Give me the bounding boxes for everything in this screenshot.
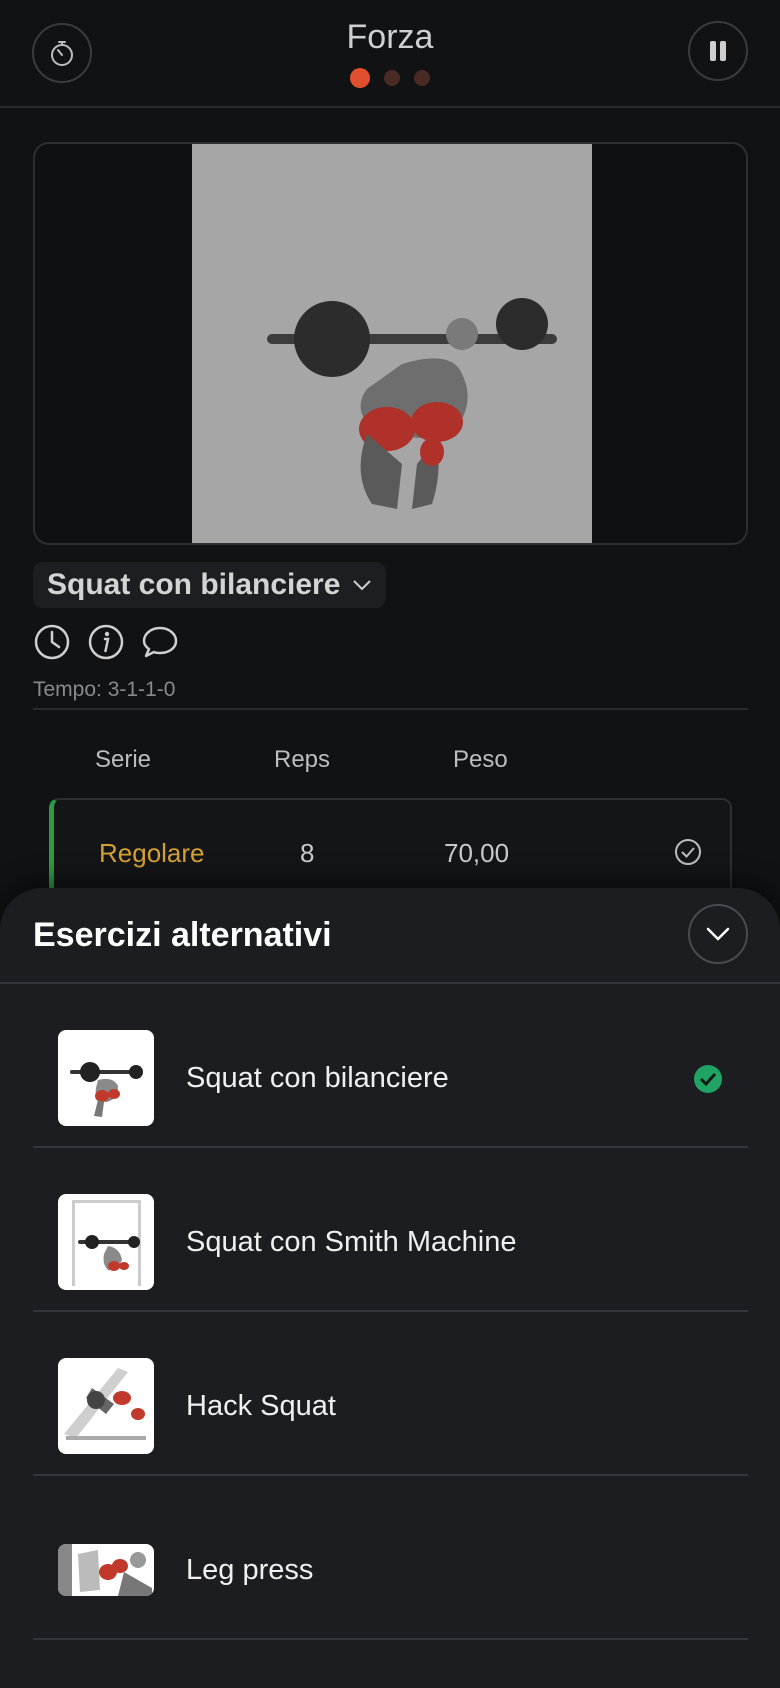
exercise-thumbnail bbox=[58, 1194, 154, 1290]
sheet-title: Esercizi alternativi bbox=[33, 916, 332, 954]
top-bar: Forza bbox=[0, 0, 780, 108]
exercise-name: Squat con bilanciere bbox=[47, 568, 341, 601]
page-dot[interactable] bbox=[384, 70, 400, 86]
exercise-thumbnail bbox=[58, 1030, 154, 1126]
list-item-leg-press[interactable]: Leg press bbox=[33, 1476, 748, 1640]
tempo-text: Tempo: 3-1-1-0 bbox=[33, 678, 176, 701]
column-header-serie: Serie bbox=[95, 746, 152, 773]
list-item-label: Squat con bilanciere bbox=[186, 1062, 449, 1094]
barbell-squat-illustration bbox=[267, 298, 557, 509]
list-item-label: Hack Squat bbox=[186, 1390, 336, 1422]
page-title: Forza bbox=[346, 18, 434, 56]
set-weight[interactable]: 70,00 bbox=[444, 838, 509, 869]
chevron-down-icon bbox=[353, 580, 372, 591]
exercise-illustration bbox=[192, 144, 592, 543]
set-type[interactable]: Regolare bbox=[99, 838, 205, 869]
list-item-squat-smith[interactable]: Squat con Smith Machine bbox=[33, 1148, 748, 1312]
selected-check-icon bbox=[694, 1065, 722, 1093]
exercise-actions bbox=[33, 623, 179, 661]
alternatives-sheet: Esercizi alternativi Squat con bilancier… bbox=[0, 888, 780, 1688]
list-item-label: Leg press bbox=[186, 1554, 314, 1586]
table-row[interactable]: Regolare 8 70,00 bbox=[49, 798, 732, 898]
exercise-thumbnail bbox=[58, 1544, 154, 1596]
column-header-peso: Peso bbox=[453, 746, 508, 773]
divider bbox=[33, 708, 748, 710]
list-item-label: Squat con Smith Machine bbox=[186, 1226, 517, 1258]
chevron-down-icon bbox=[706, 927, 730, 941]
page-dot[interactable] bbox=[414, 70, 430, 86]
page-indicator bbox=[0, 68, 780, 88]
comment-icon[interactable] bbox=[141, 623, 179, 661]
page-dot-active[interactable] bbox=[350, 68, 370, 88]
set-reps[interactable]: 8 bbox=[300, 838, 314, 869]
pause-button[interactable] bbox=[688, 21, 748, 81]
column-header-reps: Reps bbox=[274, 746, 331, 773]
exercise-media[interactable] bbox=[33, 142, 748, 545]
pause-icon bbox=[710, 41, 726, 61]
collapse-sheet-button[interactable] bbox=[688, 904, 748, 964]
exercise-thumbnail bbox=[58, 1358, 154, 1454]
list-item-hack-squat[interactable]: Hack Squat bbox=[33, 1312, 748, 1476]
exercise-selector[interactable]: Squat con bilanciere bbox=[33, 562, 387, 608]
list-item-squat-bilanciere[interactable]: Squat con bilanciere bbox=[33, 984, 748, 1148]
clock-icon[interactable] bbox=[33, 623, 71, 661]
check-circle-icon[interactable] bbox=[674, 838, 702, 866]
info-icon[interactable] bbox=[87, 623, 125, 661]
